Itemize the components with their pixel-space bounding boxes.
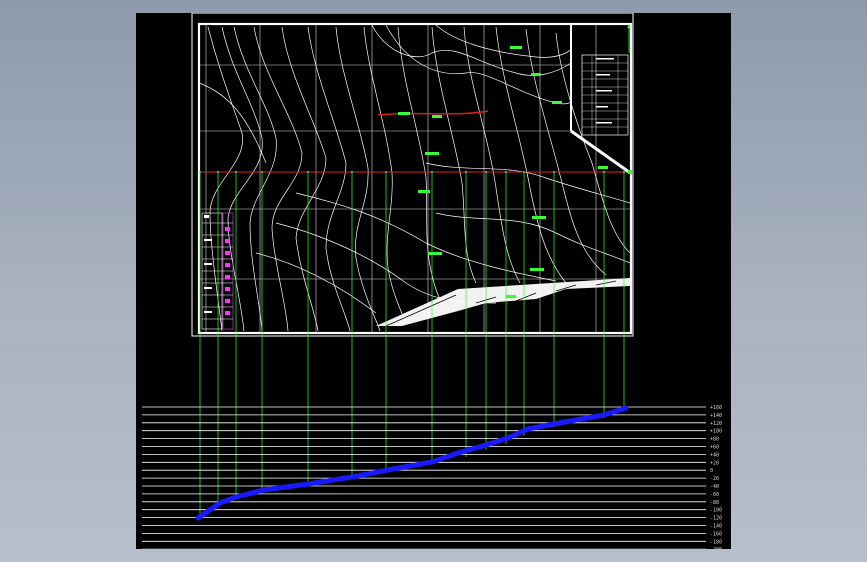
section-tick: [485, 171, 487, 173]
elevation-label: -120: [710, 516, 722, 522]
elevation-label: -100: [710, 508, 722, 514]
elevation-label: +100: [710, 429, 722, 435]
cad-drawing-canvas: +160 +140 +120 +100 +80 +60+40 +20 0 -20 -40 -60 -8…: [136, 13, 731, 549]
elevation-label: +160: [710, 405, 722, 411]
cad-drawing-viewport[interactable]: +160 +140 +120 +100 +80 +60 +40 +20 0 -20 -40 -60 -8…: [136, 13, 731, 549]
section-tick: [603, 171, 605, 173]
section-tick: [351, 171, 353, 173]
elevation-label: +40: [710, 452, 719, 458]
elevation-label: +120: [710, 421, 722, 427]
elevation-label: -200: [710, 547, 722, 549]
elevation-label: -80: [710, 500, 719, 506]
section-tick: [235, 171, 237, 173]
section-tick: [385, 171, 387, 173]
elevation-label: +80: [710, 437, 719, 443]
section-tick: [465, 171, 467, 173]
elevation-label: +140: [710, 413, 722, 419]
elevation-label: +20: [710, 460, 719, 466]
section-tick: [431, 171, 433, 173]
elevation-label: -140: [710, 524, 722, 530]
section-tick: [199, 171, 201, 173]
elevation-label: -20: [710, 476, 719, 482]
elevation-label: -180: [710, 539, 722, 545]
elevation-label: +60: [710, 445, 719, 451]
elevation-label: -40: [710, 484, 719, 490]
section-tick: [307, 171, 309, 173]
section-tick: [523, 171, 525, 173]
elevation-label: -160: [710, 531, 722, 537]
elevation-label: -60: [710, 492, 719, 498]
section-tick: [217, 171, 219, 173]
boundary-node: [628, 170, 632, 174]
section-tick: [553, 171, 555, 173]
section-tick: [623, 171, 625, 173]
section-tick: [261, 171, 263, 173]
elevation-label: 0: [710, 468, 713, 474]
section-tick: [505, 171, 507, 173]
